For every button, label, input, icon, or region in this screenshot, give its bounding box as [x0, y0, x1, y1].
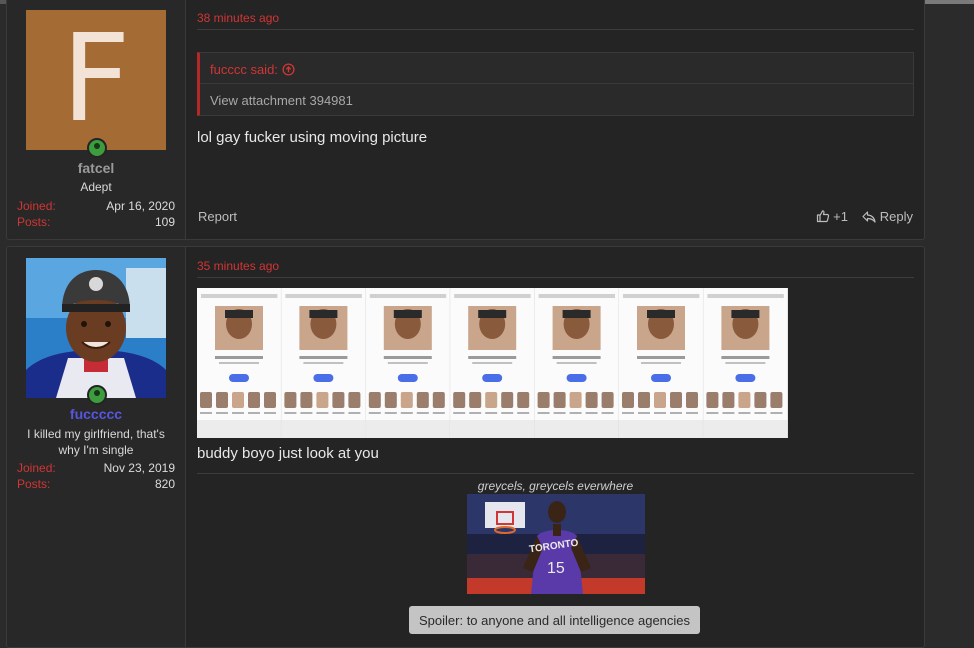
- posts-count: 820: [154, 477, 175, 491]
- reply-icon: [862, 211, 876, 223]
- user-title: I killed my girlfriend, that's why I'm s…: [27, 427, 165, 457]
- username[interactable]: fatcel: [7, 160, 185, 176]
- posts-count: 109: [154, 215, 175, 229]
- avatar[interactable]: F: [26, 10, 166, 150]
- screenshot-strip: [197, 288, 788, 438]
- joined-date: Nov 23, 2019: [103, 461, 175, 475]
- post-message: lol gay fucker using moving picture: [197, 129, 428, 146]
- user-title: Adept: [80, 180, 112, 194]
- post-timestamp[interactable]: 38 minutes ago: [197, 11, 279, 25]
- post-fuccccc: fuccccc I killed my girlfriend, that's w…: [6, 246, 925, 648]
- quote-block[interactable]: fucccc said: View attachment 394981: [197, 52, 914, 116]
- online-status-icon: [87, 385, 107, 405]
- posts-label: Posts:: [17, 477, 51, 491]
- posts-label: Posts:: [17, 215, 51, 229]
- post-message: buddy boyo just look at you: [197, 445, 379, 462]
- joined-label: Joined:: [17, 461, 56, 475]
- quote-author[interactable]: fucccc said:: [210, 62, 295, 77]
- spoiler-button[interactable]: Spoiler: to anyone and all intelligence …: [409, 606, 701, 634]
- thumbs-up-icon: [816, 210, 829, 223]
- post-timestamp[interactable]: 35 minutes ago: [197, 259, 279, 273]
- username[interactable]: fuccccc: [7, 406, 185, 422]
- like-button[interactable]: +1: [816, 209, 848, 224]
- avatar[interactable]: [26, 258, 166, 398]
- avatar-photo-image: [26, 258, 166, 398]
- signature-caption: greycels, greycels everwhere: [477, 479, 634, 493]
- user-cell: F fatcel Adept Joined: Apr 16, 2020 Post…: [7, 0, 186, 239]
- arrow-up-circle-icon[interactable]: [282, 63, 295, 76]
- jersey-number: 15: [547, 560, 565, 577]
- signature-gif[interactable]: TORONTO 15: [467, 494, 645, 594]
- joined-date: Apr 16, 2020: [106, 199, 175, 213]
- signature-divider: [197, 473, 914, 474]
- reply-button[interactable]: Reply: [862, 209, 913, 224]
- post-fatcel: F fatcel Adept Joined: Apr 16, 2020 Post…: [6, 0, 925, 240]
- attached-screenshot-image[interactable]: [197, 288, 788, 438]
- quote-attachment-link[interactable]: View attachment 394981: [210, 93, 353, 108]
- header-divider: [197, 277, 914, 278]
- quote-divider: [200, 83, 913, 84]
- header-divider: [197, 29, 914, 30]
- online-status-icon: [87, 138, 107, 158]
- post-content: 38 minutes ago fucccc said: View attachm…: [197, 0, 914, 239]
- post-content: 35 minutes ago buddy boyo just look at y…: [197, 247, 914, 647]
- user-cell: fuccccc I killed my girlfriend, that's w…: [7, 247, 186, 647]
- report-link[interactable]: Report: [198, 209, 237, 224]
- joined-label: Joined:: [17, 199, 56, 213]
